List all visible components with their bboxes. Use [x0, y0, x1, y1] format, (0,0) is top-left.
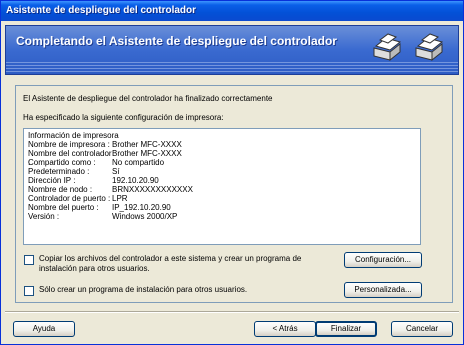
info-row: Nombre del puerto : IP_192.10.20.90 — [28, 203, 416, 212]
info-value: Brother MFC-XXXX — [112, 140, 182, 149]
success-message: El Asistente de despliegue del controlad… — [23, 94, 273, 103]
printer-info-heading: Información de impresora — [28, 131, 119, 140]
info-row: Controlador de puerto : LPR — [28, 194, 416, 203]
back-button[interactable]: < Atrás — [254, 321, 316, 337]
info-row: Compartido como : No compartido — [28, 158, 416, 167]
installer-only-option[interactable]: Sólo crear un programa de instalación pa… — [24, 285, 324, 296]
summary-panel: El Asistente de despliegue del controlad… — [15, 85, 453, 303]
info-value: IP_192.10.20.90 — [112, 203, 171, 212]
printer-info-list[interactable]: Información de impresora Nombre de impre… — [23, 128, 421, 245]
info-row: Nombre del controlador : Brother MFC-XXXX — [28, 149, 416, 167]
printer-icon — [415, 33, 444, 62]
copy-driver-label[interactable]: Copiar los archivos del controlador a es… — [39, 254, 324, 274]
info-key: Versión : — [28, 212, 60, 221]
wizard-window: Asistente de despliegue del controlador … — [0, 0, 464, 345]
info-row: Versión : Windows 2000/XP — [28, 212, 416, 221]
info-value: No compartido — [112, 158, 165, 167]
info-row: Nombre de impresora : Brother MFC-XXXX — [28, 140, 416, 149]
installer-only-label[interactable]: Sólo crear un programa de instalación pa… — [39, 285, 324, 295]
info-key: Predeterminado : — [28, 167, 90, 176]
info-value: Windows 2000/XP — [112, 212, 178, 221]
config-intro: Ha especificado la siguiente configuraci… — [23, 113, 224, 122]
help-button[interactable]: Ayuda — [13, 321, 75, 337]
printer-icon — [373, 33, 402, 62]
info-value: LPR — [112, 194, 128, 203]
info-key: Compartido como : — [28, 158, 96, 167]
wizard-banner: Completando el Asistente de despliegue d… — [5, 25, 459, 75]
info-row: Predeterminado : Sí — [28, 167, 416, 176]
info-key: Controlador de puerto : — [28, 194, 111, 203]
configuration-button[interactable]: Configuración... — [344, 252, 422, 268]
cancel-button[interactable]: Cancelar — [391, 321, 453, 337]
info-row: Dirección IP : 192.10.20.90 — [28, 176, 416, 185]
copy-driver-option[interactable]: Copiar los archivos del controlador a es… — [24, 254, 324, 274]
info-key: Nombre de impresora : — [28, 140, 110, 149]
footer-separator — [5, 311, 459, 313]
info-value: Sí — [112, 167, 120, 176]
info-value: 192.10.20.90 — [112, 176, 159, 185]
info-key: Nombre de nodo : — [28, 185, 93, 194]
finish-button[interactable]: Finalizar — [315, 321, 377, 337]
window-title: Asistente de despliegue del controlador — [1, 1, 463, 21]
banner-title: Completando el Asistente de despliegue d… — [16, 34, 337, 48]
info-value: Brother MFC-XXXX — [112, 149, 182, 158]
custom-button[interactable]: Personalizada... — [344, 282, 422, 298]
installer-only-checkbox[interactable] — [24, 286, 34, 296]
info-key: Nombre del puerto : — [28, 203, 99, 212]
info-key: Dirección IP : — [28, 176, 76, 185]
copy-driver-checkbox[interactable] — [24, 255, 34, 265]
info-row: Nombre de nodo : BRNXXXXXXXXXXXX — [28, 185, 416, 194]
info-key: Nombre del controlador : — [28, 149, 112, 167]
info-value: BRNXXXXXXXXXXXX — [112, 185, 193, 194]
